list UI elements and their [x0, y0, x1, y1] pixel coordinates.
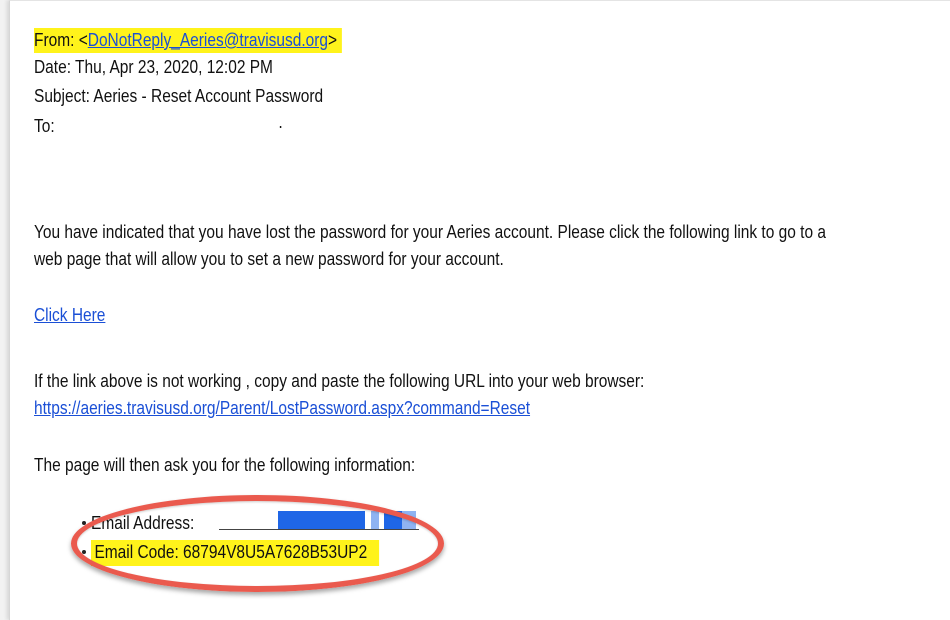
to-line: To:	[34, 115, 55, 137]
from-label: From: <	[34, 30, 88, 50]
redaction-block	[371, 511, 379, 529]
fallback-url-line: https://aeries.travisusd.org/Parent/Lost…	[34, 397, 530, 419]
redaction-block	[402, 511, 416, 529]
to-label: To:	[34, 116, 55, 136]
redaction-block	[384, 511, 402, 529]
sender-email-link[interactable]: DoNotReply_Aeries@travisusd.org	[88, 30, 328, 50]
to-value: ·	[278, 116, 284, 136]
list-item-email-code: Email Code: 68794V8U5A7628B53UP2	[91, 540, 380, 566]
fallback-text: If the link above is not working , copy …	[34, 371, 645, 391]
body-paragraph-line-1: You have indicated that you have lost th…	[34, 222, 826, 242]
bullet-icon	[82, 521, 86, 525]
email-code-highlight: Email Code: 68794V8U5A7628B53UP2	[91, 540, 380, 566]
redaction-block	[278, 511, 365, 529]
reset-password-url-link[interactable]: https://aeries.travisusd.org/Parent/Lost…	[34, 398, 530, 418]
body-paragraph-line-2: web page that will allow you to set a ne…	[34, 249, 504, 269]
from-close: >	[328, 30, 338, 50]
info-intro: The page will then ask you for the follo…	[34, 455, 416, 475]
bullet-icon	[82, 550, 86, 554]
click-here-line: Click Here	[34, 304, 105, 326]
from-highlight: From: <DoNotReply_Aeries@travisusd.org>	[34, 28, 343, 53]
list-item-email-address: Email Address:	[91, 513, 195, 533]
email-message: From: <DoNotReply_Aeries@travisusd.org> …	[9, 0, 950, 620]
click-here-link[interactable]: Click Here	[34, 305, 105, 325]
redaction-underline	[219, 529, 419, 530]
from-line: From: <DoNotReply_Aeries@travisusd.org>	[34, 28, 343, 53]
date-line: Date: Thu, Apr 23, 2020, 12:02 PM	[34, 57, 273, 77]
subject-line: Subject: Aeries - Reset Account Password	[34, 86, 324, 106]
